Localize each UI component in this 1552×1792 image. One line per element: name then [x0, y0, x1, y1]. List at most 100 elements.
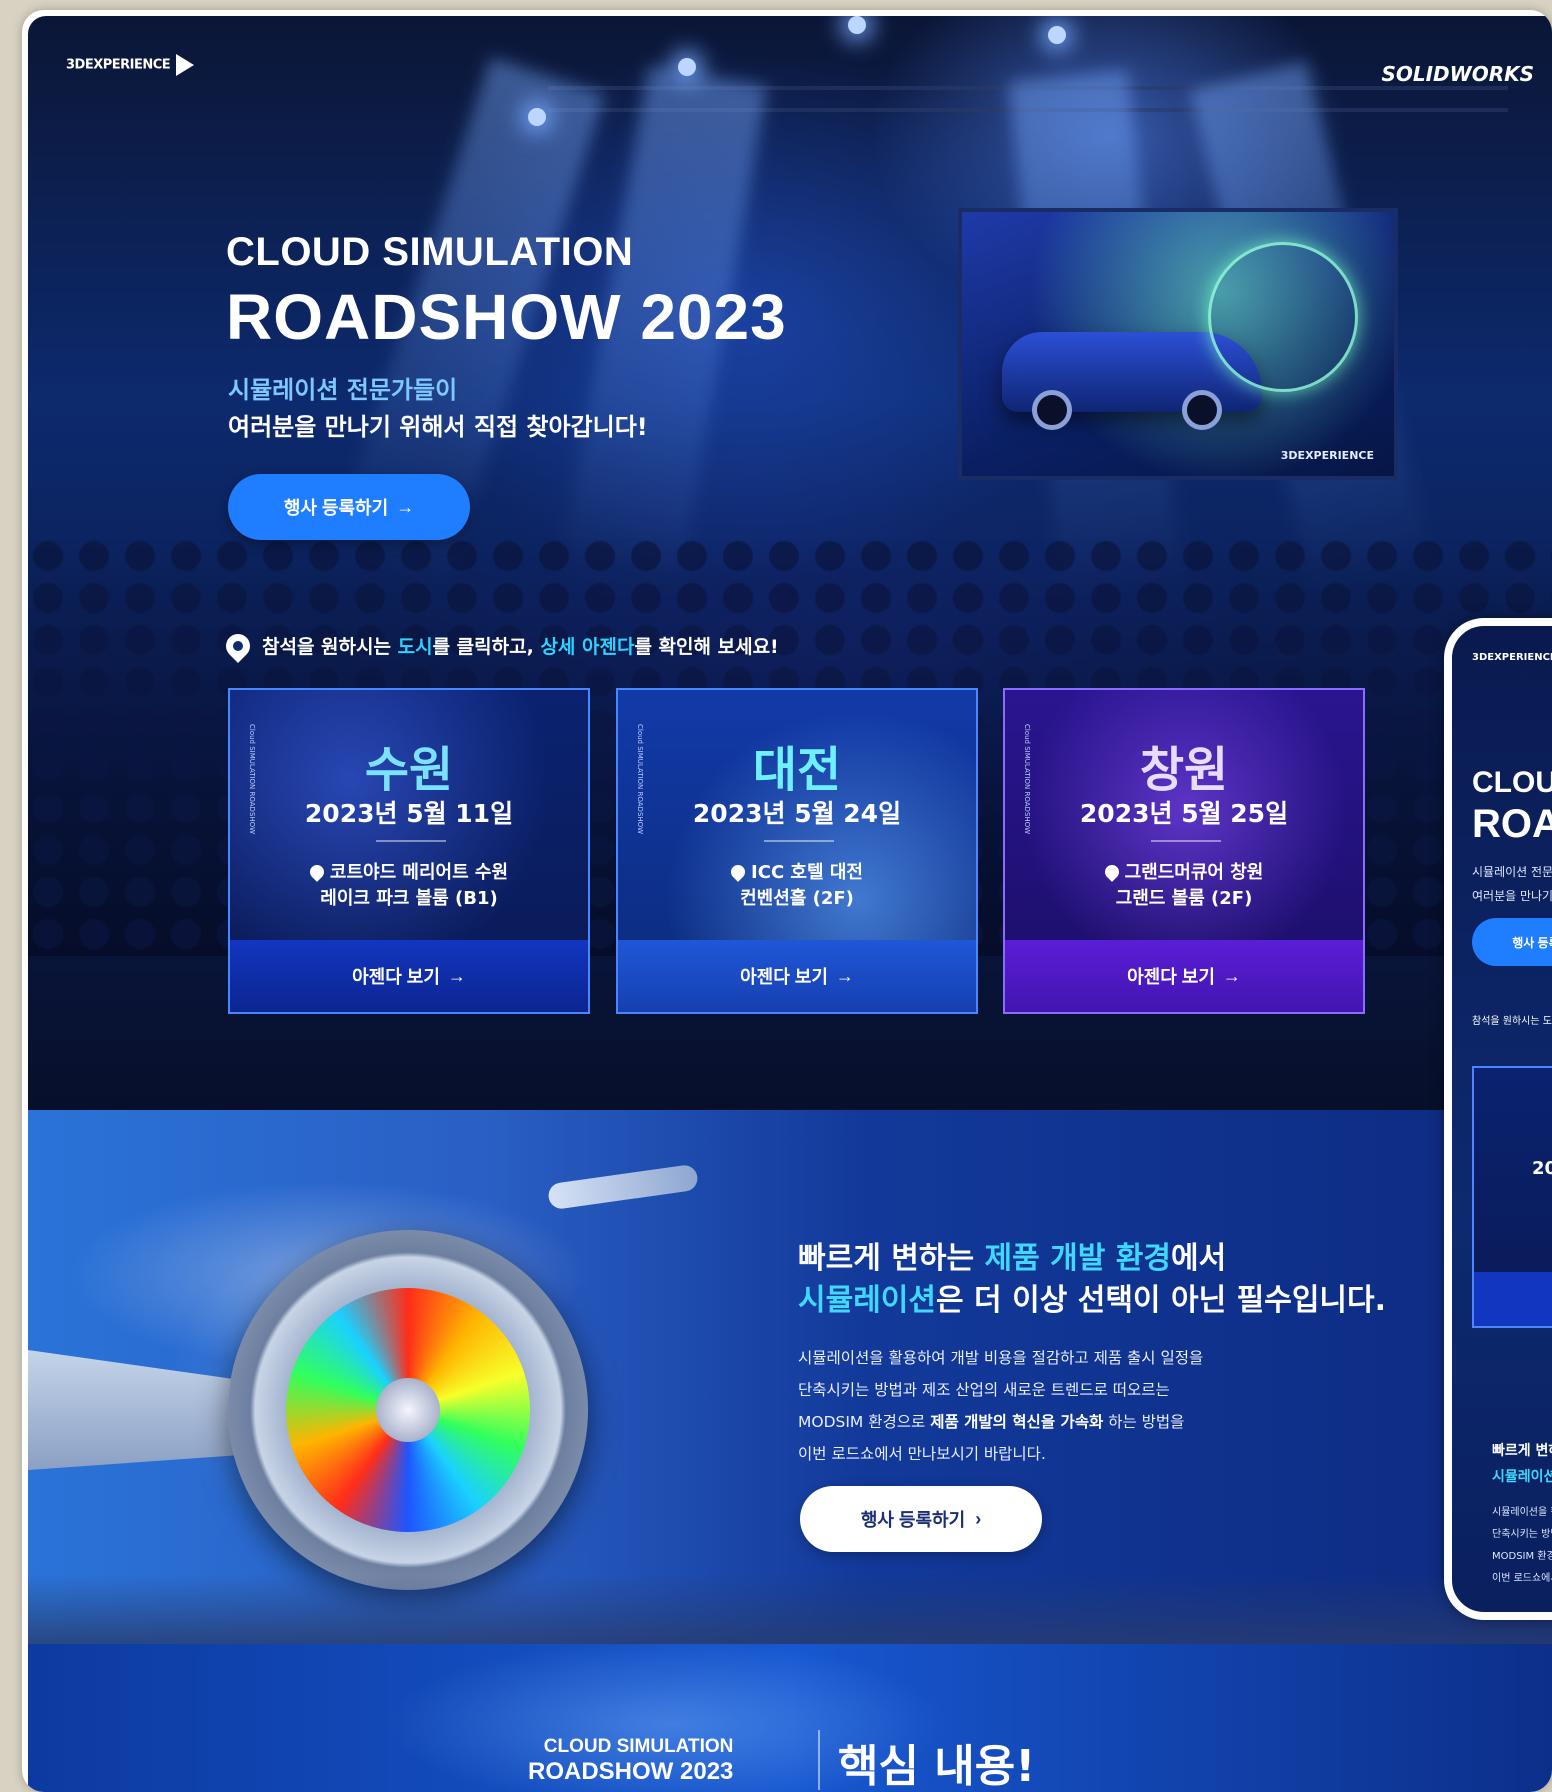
- city-card-suwon[interactable]: Cloud SIMULATION ROADSHOW 수원 2023년 5월 11…: [228, 688, 590, 1014]
- venue-line2: 레이크 파크 볼룸 (B1): [320, 888, 498, 909]
- arrow-right-icon: →: [396, 496, 415, 517]
- mobile-body-line: 시뮬레이션을 활용하여: [1492, 1507, 1552, 1518]
- mobile-body-line: 단축시키는 방법과: [1492, 1529, 1552, 1540]
- city-instruction: 참석을 원하시는 도시를 클릭하고, 상세 아젠다를 확인해 보세요!: [221, 628, 779, 663]
- city-date: 2023년 5월 25일: [1079, 799, 1289, 828]
- mobile-instruction: 참석을 원하시는 도시: [1472, 1016, 1552, 1027]
- spotlight: [528, 108, 546, 126]
- agenda-button[interactable]: 아젠다 보기 →: [230, 940, 588, 1012]
- mobile-body-line: 이번 로드쇼에서: [1492, 1573, 1552, 1584]
- register-button[interactable]: 행사 등록하기 →: [228, 474, 470, 540]
- simulation-section: 빠르게 변하는 제품 개발 환경에서 시뮬레이션은 더 이상 선택이 아닌 필수…: [28, 1110, 1552, 1644]
- instruction-text: 를 확인해 보세요!: [634, 636, 779, 658]
- divider: [376, 840, 446, 842]
- tagline-line1: 시뮬레이션 전문가들이: [228, 376, 458, 404]
- spotlight: [678, 58, 696, 76]
- mobile-preview: 3DEXPERIENCE CLOUD SIMULATION ROADSHOW 시…: [1444, 618, 1552, 1620]
- venue-line2: 그랜드 볼룸 (2F): [1115, 888, 1253, 909]
- agenda-button[interactable]: 아젠다 보기 →: [1005, 940, 1363, 1012]
- mobile-head-line: 빠르게 변하는: [1492, 1443, 1552, 1459]
- arrow-right-icon: →: [1222, 965, 1241, 986]
- city-venue: 그랜드머큐어 창원 그랜드 볼룸 (2F): [1045, 860, 1323, 912]
- hero-section: 3DEXPERIENCE 3DEXPERIENCE SOLIDWORKS CLO…: [28, 16, 1552, 1110]
- mobile-title-sub: CLOUD SIMULATION: [1472, 766, 1552, 799]
- screen-logo: 3DEXPERIENCE: [1280, 449, 1374, 462]
- simulation-ring: [1208, 242, 1358, 392]
- section2-body: 시뮬레이션을 활용하여 개발 비용을 절감하고 제품 출시 일정을 단축시키는 …: [798, 1342, 1338, 1470]
- brand-line1: CLOUD SIMULATION: [543, 1736, 734, 1757]
- headline-highlight: 시뮬레이션: [798, 1283, 936, 1318]
- instruction-text: 를 클릭하고,: [432, 636, 534, 658]
- 3dexperience-logo-text: 3DEXPERIENCE: [66, 57, 171, 73]
- arrow-right-icon: →: [447, 965, 466, 986]
- hero-title-sub: CLOUD SIMULATION: [226, 230, 634, 274]
- mobile-tag-line: 여러분을 만나기 위해서: [1472, 889, 1552, 903]
- city-date: 2023년 5월 24일: [692, 799, 902, 828]
- city-card-changwon[interactable]: Cloud SIMULATION ROADSHOW 창원 2023년 5월 25…: [1003, 688, 1365, 1014]
- headline-text: 빠르게 변하는: [798, 1241, 975, 1276]
- body-bold: 제품 개발의 혁신을 가속화: [930, 1413, 1104, 1431]
- mobile-head-line: 시뮬레이션은 더 이상: [1492, 1469, 1552, 1485]
- mobile-title-main: ROADSHOW: [1472, 802, 1552, 846]
- city-name: 대전: [752, 742, 842, 798]
- venue-line1: ICC 호텔 대전: [751, 862, 863, 883]
- mobile-body-line: MODSIM 환경으로: [1492, 1551, 1552, 1562]
- city-date: 2023년 5월 11일: [304, 799, 514, 828]
- location-pin-icon: [307, 862, 327, 882]
- agenda-label: 아젠다 보기: [1127, 967, 1215, 987]
- agenda-label: 아젠다 보기: [352, 967, 440, 987]
- chevron-right-icon: ›: [975, 1508, 982, 1529]
- divider: [1151, 840, 1221, 842]
- city-name: 수원: [364, 742, 454, 798]
- hero-title-main: ROADSHOW 2023: [226, 281, 787, 353]
- register-label: 행사 등록하기: [860, 1510, 966, 1530]
- city-venue: 코트야드 메리어트 수원 레이크 파크 볼룸 (B1): [270, 860, 548, 912]
- arrow-right-icon: →: [835, 965, 854, 986]
- body-text: MODSIM 환경으로: [798, 1413, 926, 1431]
- mobile-card-agenda: [1474, 1272, 1552, 1326]
- body-line: 시뮬레이션을 활용하여 개발 비용을 절감하고 제품 출시 일정을: [798, 1349, 1204, 1367]
- brand-line2: ROADSHOW 2023: [528, 1758, 734, 1785]
- instruction-text: 참석을 원하시는: [262, 636, 391, 658]
- tagline-line2: 여러분을 만나기 위해서 직접 찾아갑니다!: [228, 413, 648, 441]
- headline-highlight: 제품 개발 환경: [984, 1241, 1172, 1276]
- fan-simulation: [286, 1288, 530, 1532]
- headline-text: 에서: [1171, 1241, 1227, 1276]
- car-wheel: [1032, 390, 1072, 430]
- key-content-section: CLOUD SIMULATION ROADSHOW 2023 핵심 내용!: [28, 1644, 1552, 1792]
- page-frame: 3DEXPERIENCE 3DEXPERIENCE SOLIDWORKS CLO…: [22, 10, 1552, 1792]
- divider: [764, 840, 834, 842]
- body-text: 하는 방법을: [1108, 1413, 1185, 1431]
- stage-screen: 3DEXPERIENCE: [958, 208, 1398, 480]
- body-line: 이번 로드쇼에서 만나보시기 바랍니다.: [798, 1445, 1046, 1463]
- 3dexperience-logo[interactable]: 3DEXPERIENCE: [66, 54, 195, 76]
- venue-line1: 코트야드 메리어트 수원: [329, 862, 509, 883]
- location-pin-icon: [1101, 862, 1122, 882]
- divider: [818, 1730, 820, 1790]
- location-pin-icon: [728, 862, 748, 882]
- city-card-daejeon[interactable]: Cloud SIMULATION ROADSHOW 대전 2023년 5월 24…: [616, 688, 978, 1014]
- key-content-title: 핵심 내용!: [838, 1741, 1036, 1792]
- runway: [28, 1574, 1552, 1644]
- agenda-label: 아젠다 보기: [740, 967, 828, 987]
- mobile-tagline: 시뮬레이션 전문가들이 여러분을 만나기 위해서: [1472, 860, 1552, 908]
- instruction-highlight: 상세 아젠다: [540, 636, 635, 658]
- solidworks-logo[interactable]: SOLIDWORKS: [1381, 62, 1534, 86]
- section2-headline: 빠르게 변하는 제품 개발 환경에서 시뮬레이션은 더 이상 선택이 아닌 필수…: [798, 1238, 1386, 1322]
- spotlight: [1048, 26, 1066, 44]
- mobile-logo: 3DEXPERIENCE: [1472, 652, 1552, 663]
- mobile-register-button: 행사 등록하기: [1472, 918, 1552, 966]
- spotlight: [848, 16, 866, 34]
- venue-line2: 컨벤션홀 (2F): [740, 888, 854, 909]
- car-wheel: [1182, 390, 1222, 430]
- mobile-body: 시뮬레이션을 활용하여 단축시키는 방법과 MODSIM 환경으로 이번 로드쇼…: [1492, 1502, 1552, 1590]
- mobile-card-date: 2023년 5월 11일: [1532, 1158, 1552, 1179]
- mobile-tag-line: 시뮬레이션 전문가들이: [1472, 865, 1552, 879]
- register-button-secondary[interactable]: 행사 등록하기 ›: [800, 1486, 1042, 1552]
- register-label: 행사 등록하기: [283, 498, 389, 518]
- body-line: 단축시키는 방법과 제조 산업의 새로운 트렌드로 떠오르는: [798, 1381, 1170, 1399]
- play-icon: [176, 54, 195, 76]
- mobile-city-card: 2023년 5월 11일: [1472, 1066, 1552, 1328]
- agenda-button[interactable]: 아젠다 보기 →: [618, 940, 976, 1012]
- city-venue: ICC 호텔 대전 컨벤션홀 (2F): [658, 860, 936, 912]
